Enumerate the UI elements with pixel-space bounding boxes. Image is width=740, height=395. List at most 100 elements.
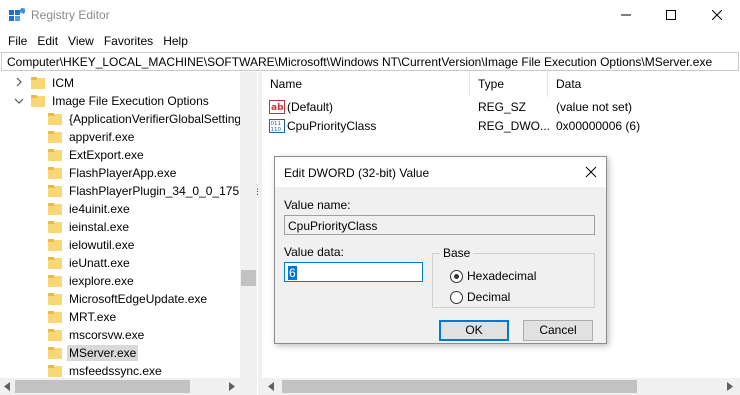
list-row[interactable]: 011 110 CpuPriorityClass REG_DWO... 0x00… bbox=[262, 117, 740, 136]
folder-icon bbox=[48, 167, 62, 179]
tree-item[interactable]: ExtExport.exe bbox=[48, 146, 146, 164]
menu-file[interactable]: File bbox=[3, 31, 32, 51]
value-name: CpuPriorityClass bbox=[287, 119, 377, 133]
folder-open-icon bbox=[31, 95, 45, 107]
value-name-label: Value name: bbox=[284, 198, 351, 212]
minimize-icon bbox=[621, 14, 631, 16]
tree-item[interactable]: ielowutil.exe bbox=[48, 236, 136, 254]
tree-item[interactable]: MicrosoftEdgeUpdate.exe bbox=[48, 290, 209, 308]
folder-icon bbox=[48, 311, 62, 323]
close-icon bbox=[712, 10, 722, 20]
tree-item[interactable]: MRT.exe bbox=[48, 308, 118, 326]
tree-hscroll-thumb[interactable] bbox=[15, 380, 190, 393]
folder-icon bbox=[48, 293, 62, 305]
tree-horizontal-scrollbar[interactable] bbox=[0, 378, 240, 395]
value-data-label: Value data: bbox=[284, 245, 344, 259]
tree-item-label: ExtExport.exe bbox=[69, 148, 144, 162]
chevron-down-icon[interactable] bbox=[14, 96, 24, 106]
tree-item-label: mscorsvw.exe bbox=[69, 328, 145, 342]
menu-favorites[interactable]: Favorites bbox=[99, 31, 158, 51]
column-header-data[interactable]: Data bbox=[548, 72, 740, 97]
maximize-button[interactable] bbox=[648, 0, 694, 30]
tree-item-label: ICM bbox=[52, 76, 74, 90]
folder-icon bbox=[48, 131, 62, 143]
dialog-title: Edit DWORD (32-bit) Value bbox=[284, 166, 430, 180]
dialog-close-icon[interactable] bbox=[584, 165, 598, 179]
close-button[interactable] bbox=[694, 0, 740, 30]
key-tree: ICM Image File Execution Options {Applic… bbox=[0, 72, 258, 395]
folder-icon bbox=[48, 149, 62, 161]
folder-icon bbox=[48, 239, 62, 251]
registry-editor-window: Registry Editor File Edit View Favorites… bbox=[0, 0, 740, 395]
tree-item-label: ielowutil.exe bbox=[69, 238, 135, 252]
column-header-name[interactable]: Name bbox=[262, 72, 470, 97]
value-name-text: CpuPriorityClass bbox=[288, 219, 378, 233]
title-bar: Registry Editor bbox=[0, 0, 740, 30]
tree-vertical-scrollbar[interactable] bbox=[240, 72, 257, 378]
scroll-left-icon[interactable] bbox=[267, 382, 275, 391]
folder-icon bbox=[48, 185, 62, 197]
value-name-field: CpuPriorityClass bbox=[284, 215, 595, 235]
tree-scroll-thumb[interactable] bbox=[241, 270, 256, 286]
minimize-button[interactable] bbox=[603, 0, 649, 30]
cancel-button[interactable]: Cancel bbox=[523, 320, 593, 341]
address-bar[interactable]: Computer\HKEY_LOCAL_MACHINE\SOFTWARE\Mic… bbox=[1, 52, 739, 71]
registry-editor-icon bbox=[9, 8, 25, 21]
decimal-label[interactable]: Decimal bbox=[467, 290, 510, 304]
chevron-right-icon[interactable] bbox=[14, 77, 24, 87]
svg-text:110: 110 bbox=[271, 127, 282, 133]
value-type: REG_SZ bbox=[478, 100, 527, 114]
tree-item[interactable]: Image File Execution Options bbox=[31, 92, 211, 110]
tree-item-label: {ApplicationVerifierGlobalSetting bbox=[69, 112, 242, 126]
menu-edit[interactable]: Edit bbox=[32, 31, 63, 51]
column-header-type[interactable]: Type bbox=[470, 72, 548, 97]
value-data-input[interactable]: 6 bbox=[284, 262, 423, 282]
ok-button[interactable]: OK bbox=[439, 320, 509, 341]
folder-icon bbox=[48, 221, 62, 233]
tree-item[interactable]: ICM bbox=[31, 74, 76, 92]
scroll-right-icon[interactable] bbox=[228, 382, 236, 391]
values-hscroll-thumb[interactable] bbox=[282, 380, 637, 393]
svg-text:ab: ab bbox=[271, 103, 284, 113]
tree-item[interactable]: iexplore.exe bbox=[48, 272, 136, 290]
dialog-title-bar: Edit DWORD (32-bit) Value bbox=[275, 157, 606, 187]
tree-item-label: Image File Execution Options bbox=[52, 94, 209, 108]
folder-icon bbox=[31, 77, 45, 89]
value-data: 0x00000006 (6) bbox=[556, 119, 641, 133]
folder-icon bbox=[48, 329, 62, 341]
tree-item-label: msfeedssync.exe bbox=[69, 364, 162, 378]
tree-item-label: ieinstal.exe bbox=[69, 220, 130, 234]
menu-help[interactable]: Help bbox=[158, 31, 193, 51]
hexadecimal-label[interactable]: Hexadecimal bbox=[467, 269, 536, 283]
binary-value-icon: 011 110 bbox=[269, 119, 285, 133]
scroll-right-icon[interactable] bbox=[726, 382, 734, 391]
tree-item[interactable]: ie4uinit.exe bbox=[48, 200, 132, 218]
tree-item[interactable]: mscorsvw.exe bbox=[48, 326, 146, 344]
list-row[interactable]: ab (Default) REG_SZ (value not set) bbox=[262, 98, 740, 117]
base-group: Base Hexadecimal Decimal bbox=[432, 246, 595, 308]
value-data: (value not set) bbox=[556, 100, 633, 114]
tree-item-label: FlashPlayerPlugin_34_0_0_175.exe bbox=[69, 184, 258, 198]
tree-item-label: MicrosoftEdgeUpdate.exe bbox=[69, 292, 208, 306]
base-group-label: Base bbox=[440, 246, 474, 260]
scroll-left-icon[interactable] bbox=[3, 382, 11, 391]
menu-bar: File Edit View Favorites Help bbox=[0, 31, 193, 51]
decimal-radio[interactable] bbox=[450, 291, 463, 304]
tree-item[interactable]: FlashPlayerPlugin_34_0_0_175.exe bbox=[48, 182, 258, 200]
tree-item[interactable]: ieinstal.exe bbox=[48, 218, 131, 236]
menu-view[interactable]: View bbox=[63, 31, 99, 51]
folder-icon bbox=[48, 113, 62, 125]
tree-item[interactable]: {ApplicationVerifierGlobalSetting bbox=[48, 110, 243, 128]
tree-item-label: FlashPlayerApp.exe bbox=[69, 166, 177, 180]
folder-icon bbox=[48, 275, 62, 287]
tree-item[interactable]: FlashPlayerApp.exe bbox=[48, 164, 178, 182]
address-path: Computer\HKEY_LOCAL_MACHINE\SOFTWARE\Mic… bbox=[7, 55, 713, 69]
tree-item-label: appverif.exe bbox=[69, 130, 135, 144]
hexadecimal-radio[interactable] bbox=[450, 270, 463, 283]
tree-item[interactable]: ieUnatt.exe bbox=[48, 254, 132, 272]
tree-item-selected[interactable]: MServer.exe bbox=[48, 344, 139, 362]
tree-item[interactable]: appverif.exe bbox=[48, 128, 136, 146]
tree-item-label: MRT.exe bbox=[69, 310, 117, 324]
folder-icon bbox=[48, 365, 62, 377]
values-horizontal-scrollbar[interactable] bbox=[262, 378, 740, 395]
